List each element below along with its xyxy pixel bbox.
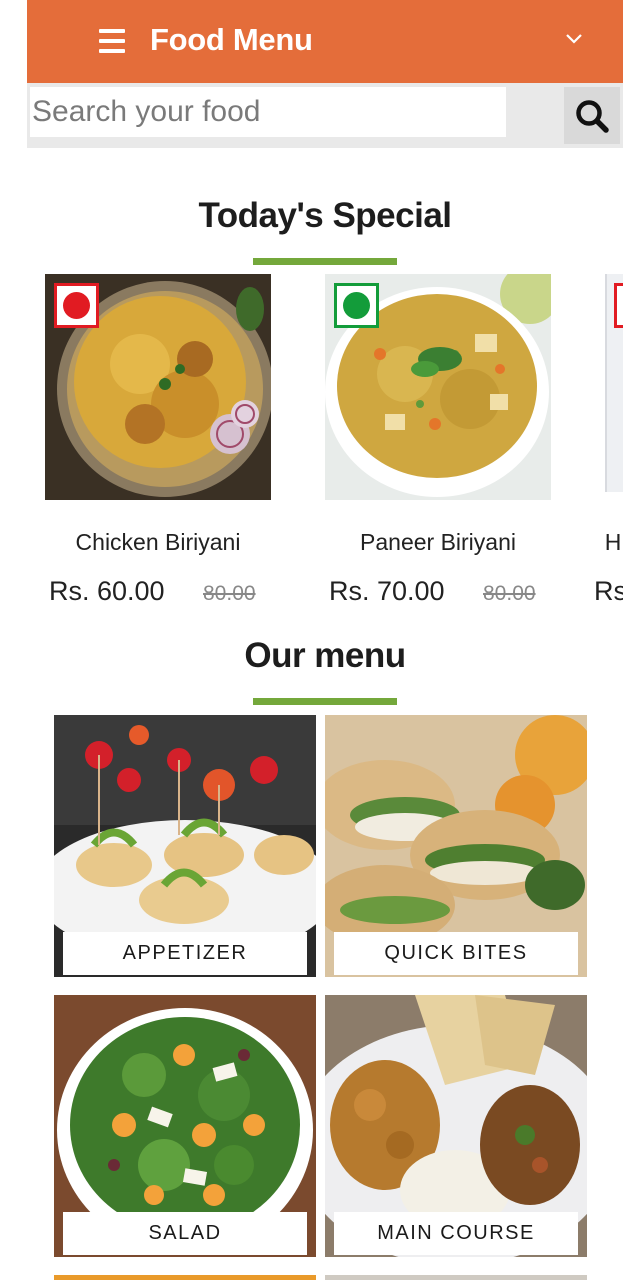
search-button[interactable] xyxy=(564,87,620,144)
special-item-price: Rs xyxy=(594,576,623,606)
category-tile-next-partial[interactable] xyxy=(54,1275,316,1280)
category-tile-main-course[interactable]: MAIN COURSE xyxy=(325,995,587,1257)
category-tile-appetizer[interactable]: APPETIZER xyxy=(54,715,316,977)
menu-title-underline xyxy=(253,698,397,705)
special-item-name: Chicken Biriyani xyxy=(75,529,241,555)
search-icon xyxy=(576,99,609,133)
paneer-biriyani-image xyxy=(325,274,551,500)
non-veg-marker xyxy=(54,283,99,328)
menu-title: Our menu xyxy=(244,636,406,675)
category-tile-quick-bites[interactable]: QUICK BITES xyxy=(325,715,587,977)
category-label: SALAD xyxy=(63,1212,307,1255)
category-tile-salad[interactable]: SALAD xyxy=(54,995,316,1257)
app-frame: Food Menu Today's Special xyxy=(27,0,623,1280)
category-label: MAIN COURSE xyxy=(334,1212,578,1255)
search-bar xyxy=(27,83,623,148)
chicken-biriyani-image xyxy=(45,274,271,500)
category-label: APPETIZER xyxy=(63,932,307,975)
special-item-name: H xyxy=(604,529,622,555)
special-item-old-price: 80.00 xyxy=(203,582,256,605)
special-item-old-price: 80.00 xyxy=(483,582,536,605)
non-veg-marker xyxy=(614,283,623,328)
app-title: Food Menu xyxy=(150,22,313,57)
category-label: QUICK BITES xyxy=(334,932,578,975)
specials-title: Today's Special xyxy=(198,196,452,235)
specials-title-underline xyxy=(253,258,397,265)
veg-marker xyxy=(334,283,379,328)
partial-item-image xyxy=(605,274,623,500)
hamburger-menu-icon[interactable] xyxy=(99,29,125,53)
category-tile-next-partial[interactable] xyxy=(325,1275,587,1280)
special-item-price: Rs. 60.00 xyxy=(49,576,165,606)
special-item-price: Rs. 70.00 xyxy=(329,576,445,606)
app-header: Food Menu xyxy=(27,0,623,83)
chevron-down-icon[interactable] xyxy=(565,31,583,45)
search-input[interactable] xyxy=(30,87,506,137)
